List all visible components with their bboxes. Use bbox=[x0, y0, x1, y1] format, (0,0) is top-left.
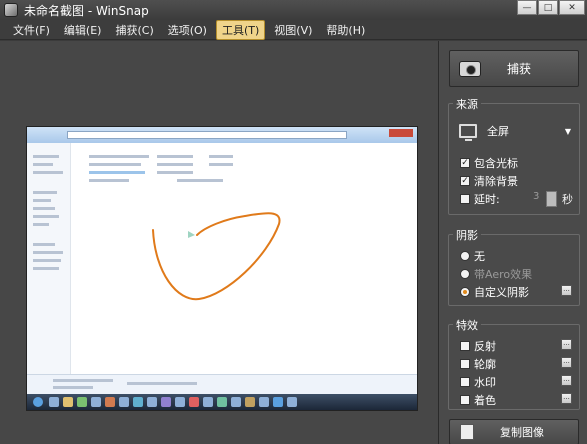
include-cursor-option[interactable]: ✓ 包含光标 bbox=[460, 155, 518, 171]
capture-button[interactable]: 捕获 bbox=[449, 50, 579, 87]
tint-checkbox[interactable] bbox=[460, 395, 470, 405]
shadow-none-radio[interactable] bbox=[460, 251, 470, 261]
outline-checkbox[interactable] bbox=[460, 359, 470, 369]
source-group-title: 来源 bbox=[453, 96, 481, 112]
include-cursor-label: 包含光标 bbox=[474, 157, 518, 170]
shadow-none-option[interactable]: 无 bbox=[460, 248, 485, 264]
outline-settings-button[interactable]: ... bbox=[561, 357, 572, 368]
delay-option[interactable]: 延时: 3 秒 bbox=[460, 191, 580, 207]
delay-input[interactable]: 3 bbox=[533, 191, 547, 204]
include-cursor-checkbox[interactable]: ✓ bbox=[460, 158, 470, 168]
camera-icon bbox=[459, 60, 481, 77]
shadow-aero-option[interactable]: 带Aero效果 bbox=[460, 266, 532, 282]
delay-unit: 秒 bbox=[562, 193, 573, 206]
menu-tools[interactable]: 工具(T) bbox=[215, 19, 266, 40]
minimize-button[interactable]: — bbox=[517, 0, 537, 15]
menu-file[interactable]: 文件(F) bbox=[8, 21, 55, 39]
shadow-none-label: 无 bbox=[474, 250, 485, 263]
effects-group: 特效 反射 ... 轮廓 ... 水印 ... 着色 ... bbox=[448, 317, 580, 410]
window-title: 未命名截图 - WinSnap bbox=[24, 3, 149, 18]
captured-screenshot bbox=[26, 126, 418, 411]
reflection-label: 反射 bbox=[474, 340, 496, 353]
reflection-settings-button[interactable]: ... bbox=[561, 339, 572, 350]
menu-capture[interactable]: 捕获(C) bbox=[110, 21, 158, 39]
copy-image-label: 复制图像 bbox=[500, 426, 544, 439]
tint-settings-button[interactable]: ... bbox=[561, 393, 572, 404]
capture-canvas bbox=[0, 41, 438, 444]
monitor-icon bbox=[459, 124, 477, 141]
delay-spinner[interactable] bbox=[546, 191, 557, 207]
source-mode-label: 全屏 bbox=[487, 125, 509, 138]
menu-help[interactable]: 帮助(H) bbox=[321, 21, 370, 39]
shadow-group: 阴影 无 带Aero效果 自定义阴影 ... bbox=[448, 227, 580, 306]
watermark-label: 水印 bbox=[474, 376, 496, 389]
shadow-custom-radio[interactable] bbox=[460, 287, 470, 297]
source-mode-select[interactable]: 全屏 ▼ bbox=[459, 123, 571, 141]
watermark-settings-button[interactable]: ... bbox=[561, 375, 572, 386]
copy-icon bbox=[457, 424, 474, 444]
clear-background-option[interactable]: ✓ 清除背景 bbox=[460, 173, 518, 189]
options-panel: 捕获 来源 全屏 ▼ ✓ 包含光标 ✓ 清除背景 延时: 3 秒 阴影 无 带A… bbox=[438, 41, 587, 444]
watermark-option[interactable]: 水印 bbox=[460, 374, 496, 390]
app-icon bbox=[4, 3, 18, 17]
source-group: 来源 全屏 ▼ ✓ 包含光标 ✓ 清除背景 延时: 3 秒 bbox=[448, 96, 580, 215]
shadow-group-title: 阴影 bbox=[453, 227, 481, 243]
copy-image-button[interactable]: 复制图像 bbox=[449, 419, 579, 444]
reflection-option[interactable]: 反射 bbox=[460, 338, 496, 354]
menu-options[interactable]: 选项(O) bbox=[163, 21, 212, 39]
shadow-aero-radio[interactable] bbox=[460, 269, 470, 279]
shadow-aero-label: 带Aero效果 bbox=[474, 268, 533, 281]
shadow-custom-label: 自定义阴影 bbox=[474, 286, 529, 299]
delay-label: 延时: bbox=[474, 193, 500, 206]
tint-label: 着色 bbox=[474, 394, 496, 407]
dropdown-arrow-icon: ▼ bbox=[564, 126, 571, 136]
freehand-scribble bbox=[152, 212, 281, 301]
maximize-button[interactable]: □ bbox=[538, 0, 558, 15]
outline-label: 轮廓 bbox=[474, 358, 496, 371]
shadow-custom-option[interactable]: 自定义阴影 bbox=[460, 284, 529, 300]
menu-view[interactable]: 视图(V) bbox=[269, 21, 317, 39]
delay-checkbox[interactable] bbox=[460, 194, 470, 204]
title-bar: 未命名截图 - WinSnap — □ ✕ bbox=[0, 0, 587, 20]
effects-group-title: 特效 bbox=[453, 317, 481, 333]
clear-background-checkbox[interactable]: ✓ bbox=[460, 176, 470, 186]
menu-edit[interactable]: 编辑(E) bbox=[59, 21, 107, 39]
reflection-checkbox[interactable] bbox=[460, 341, 470, 351]
clear-background-label: 清除背景 bbox=[474, 175, 518, 188]
capture-button-label: 捕获 bbox=[507, 62, 532, 76]
tint-option[interactable]: 着色 bbox=[460, 392, 496, 408]
shadow-settings-button[interactable]: ... bbox=[561, 285, 572, 296]
close-button[interactable]: ✕ bbox=[559, 0, 585, 15]
window-controls: — □ ✕ bbox=[516, 0, 585, 15]
menu-bar: 文件(F) 编辑(E) 捕获(C) 选项(O) 工具(T) 视图(V) 帮助(H… bbox=[0, 19, 587, 40]
outline-option[interactable]: 轮廓 bbox=[460, 356, 496, 372]
watermark-checkbox[interactable] bbox=[460, 377, 470, 387]
